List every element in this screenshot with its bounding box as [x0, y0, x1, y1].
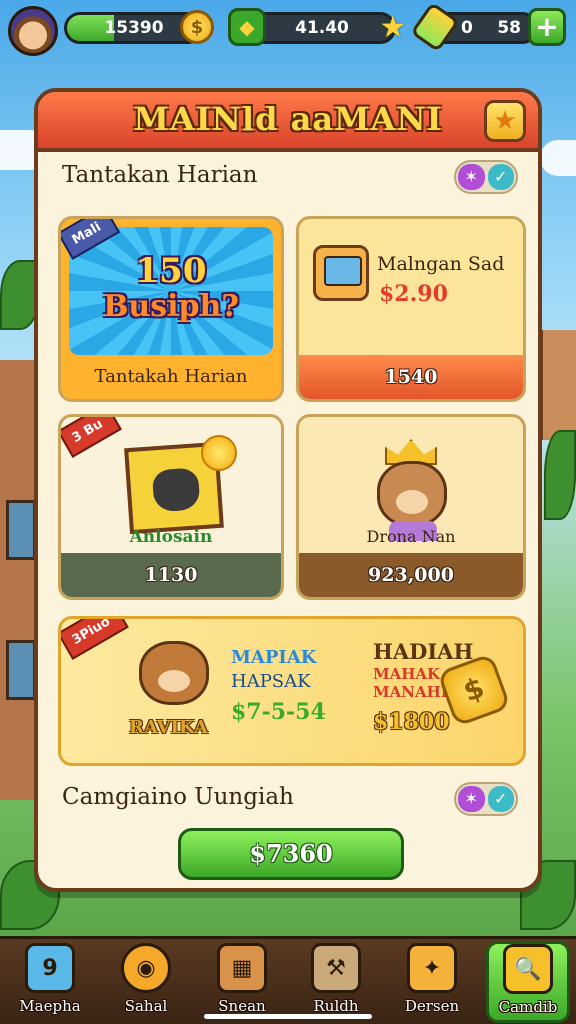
bonus-number: 150 [135, 251, 207, 291]
nav-item-dersen[interactable]: ✦ Dersen [386, 943, 478, 1021]
ball-icon: ◉ [121, 943, 171, 993]
bear-icon [377, 461, 447, 527]
offer-line-1: MAPIAK [231, 647, 317, 668]
offer-label: Malngan Sad [377, 253, 505, 275]
nav-item-ruldh[interactable]: ⚒ Ruldh [290, 943, 382, 1021]
gem-icon: ◆ [228, 8, 266, 46]
sparkle-icon[interactable]: ✶ [458, 164, 485, 190]
search-icon: 🔍 [503, 944, 553, 994]
nav-label: Sahal [124, 997, 168, 1015]
sun-icon [201, 435, 237, 471]
purchase-button[interactable]: $7360 [178, 828, 404, 880]
card-footer: 923,000 [299, 553, 523, 597]
panther-card[interactable]: 3 Bu Anlosain 1130 [58, 414, 284, 600]
reward-price: $1800 [373, 709, 450, 735]
gems-bar: 41.40 [248, 12, 396, 44]
check-icon[interactable]: ✓ [487, 786, 514, 812]
offer-price: $2.90 [379, 281, 448, 307]
bear-name: RAVIKA [129, 717, 208, 738]
cloud-right [540, 140, 576, 176]
panel-header: MAINld aaMANI ★ [38, 92, 538, 152]
tablet-icon [313, 245, 369, 301]
crate-icon: ▦ [217, 943, 267, 993]
offer-price: $7-5-54 [231, 699, 326, 725]
add-currency-button[interactable]: + [528, 8, 566, 46]
house-window [6, 640, 36, 700]
daily-section-title: Tantakan Harian [62, 162, 258, 188]
card-ribbon: 3 Bu [61, 417, 122, 458]
check-icon[interactable]: ✓ [487, 164, 514, 190]
bottom-toggle[interactable]: ✶ ✓ [454, 782, 518, 816]
bonus-word: Busiph? [103, 289, 239, 324]
house-window [6, 500, 36, 560]
card-footer: Tantakah Harian [61, 355, 281, 399]
reward-heading: HADIAH [373, 639, 474, 664]
favorite-star-button[interactable]: ★ [484, 100, 526, 142]
nav-item-sahal[interactable]: ◉ Sahal [100, 943, 192, 1021]
daily-toggle[interactable]: ✶ ✓ [454, 160, 518, 194]
house-right [540, 330, 576, 440]
nav-item-maepha[interactable]: 9 Maepha [4, 943, 96, 1021]
shop-panel: MAINld aaMANI ★ Tantakan Harian ✶ ✓ 150 … [34, 88, 542, 892]
tablet-offer-card[interactable]: Malngan Sad $2.90 1540 [296, 216, 526, 402]
palm-leaf [544, 430, 576, 520]
battery-icon [410, 1, 460, 53]
panel-title: MAINld aaMANI [133, 100, 443, 138]
nav-item-snean[interactable]: ▦ Snean [196, 943, 288, 1021]
gems-value: 41.40 [295, 18, 349, 38]
nav-label: Snean [218, 997, 266, 1015]
bottom-nav: 9 Maepha ◉ Sahal ▦ Snean ⚒ Ruldh ✦ Derse… [0, 936, 576, 1024]
bonus-art: 150 Busiph? [69, 227, 273, 355]
card-footer: 1540 [299, 355, 523, 399]
home-indicator [204, 1014, 372, 1019]
coin-icon: $ [180, 10, 214, 44]
nav-label: Camdib [498, 998, 558, 1016]
nav-label: Ruldh [313, 997, 359, 1015]
card-label: Anlosain [129, 527, 213, 547]
bottom-section-title: Camgiaino Uungiah [62, 784, 294, 810]
offer-line-2: HAPSAK [231, 671, 311, 692]
star-icon: ★ [379, 9, 407, 45]
panther-icon [151, 467, 201, 513]
card-ribbon: 3Piuo [61, 619, 129, 660]
tool-icon: ⚒ [311, 943, 361, 993]
bear-icon [139, 641, 209, 705]
nav-label: Maepha [19, 997, 81, 1015]
nav-label: Dersen [404, 997, 460, 1015]
daily-bonus-card[interactable]: 150 Busiph? Mali Tantakah Harian [58, 216, 284, 402]
reward-banner-card[interactable]: 3Piuo RAVIKA MAPIAK HAPSAK $7-5-54 HADIA… [58, 616, 526, 766]
player-avatar[interactable] [8, 6, 58, 56]
treasure-chest-icon: ✦ [407, 943, 457, 993]
card-footer: 1130 [61, 553, 281, 597]
top-hud: 15390 $ 41.40 ◆ ★ 0 58 + [0, 0, 576, 62]
nav-item-camdib[interactable]: 🔍 Camdib [486, 941, 570, 1023]
sparkle-icon[interactable]: ✶ [458, 786, 485, 812]
card-label: Drona Nan [366, 527, 456, 546]
map-icon: 9 [25, 943, 75, 993]
bear-king-card[interactable]: Drona Nan 923,000 [296, 414, 526, 600]
